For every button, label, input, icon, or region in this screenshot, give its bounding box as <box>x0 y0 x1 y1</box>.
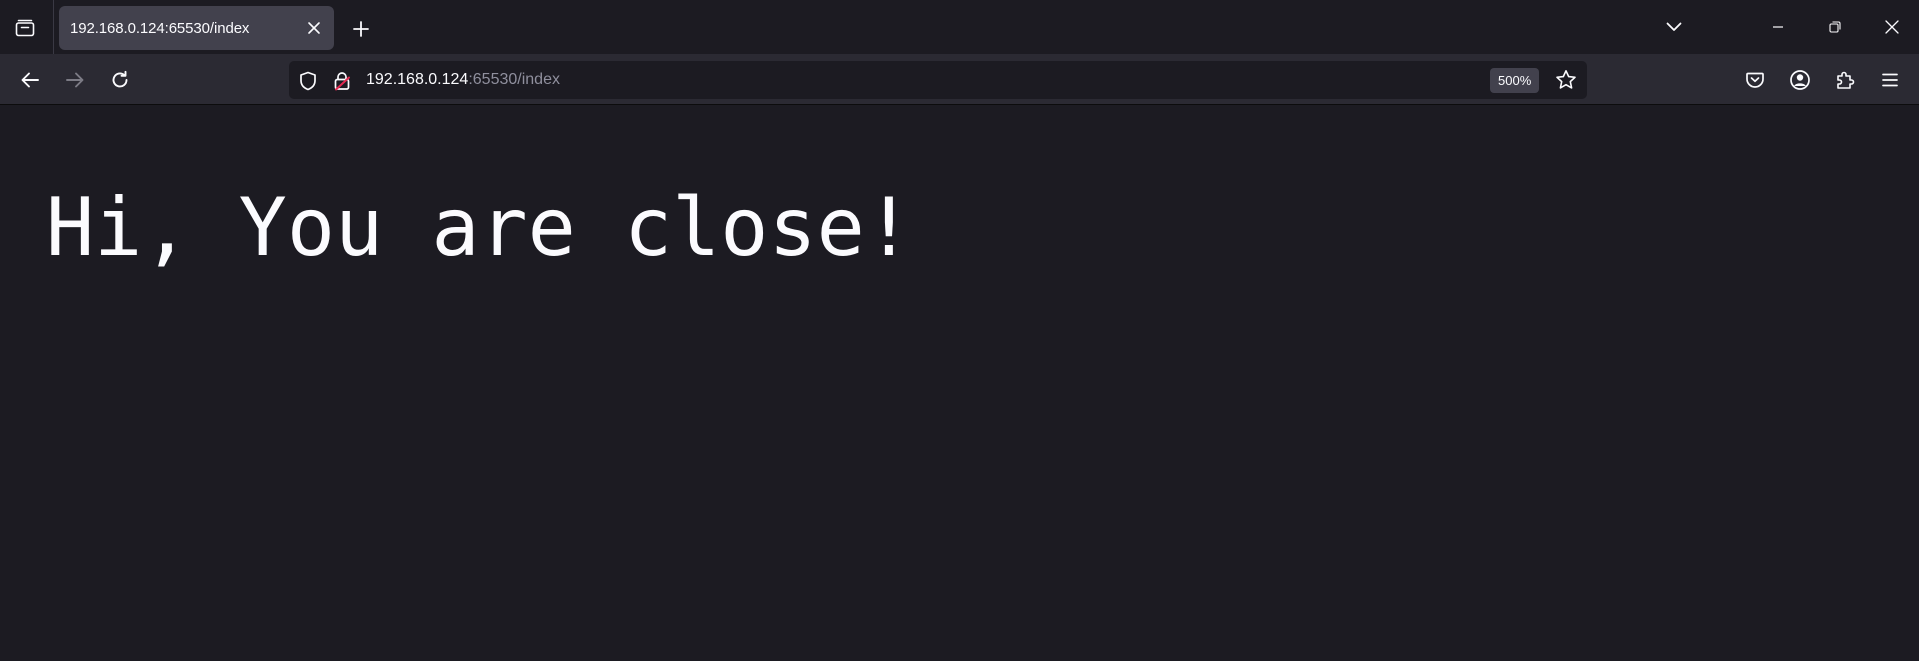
lock-warning-icon[interactable] <box>331 70 353 92</box>
pocket-icon[interactable] <box>1738 63 1772 97</box>
reload-icon[interactable] <box>103 63 137 97</box>
plus-icon[interactable] <box>346 14 376 44</box>
chevron-down-icon[interactable] <box>1654 12 1694 42</box>
url-path: :65530/index <box>468 71 560 88</box>
hamburger-icon[interactable] <box>1873 63 1907 97</box>
close-icon[interactable] <box>1872 12 1912 42</box>
tab-list-icon[interactable] <box>10 14 40 42</box>
close-icon[interactable] <box>302 16 326 40</box>
page-content: Hi, You are close! <box>0 106 1919 661</box>
shield-icon[interactable] <box>297 70 319 92</box>
minimize-icon[interactable] <box>1758 12 1798 42</box>
puzzle-icon[interactable] <box>1828 63 1862 97</box>
arrow-left-icon[interactable] <box>13 63 47 97</box>
page-heading: Hi, You are close! <box>46 181 913 274</box>
restore-icon[interactable] <box>1815 12 1855 42</box>
tab-strip: 192.168.0.124:65530/index <box>0 0 1919 54</box>
url-bar[interactable]: 192.168.0.124:65530/index 500% <box>289 61 1587 99</box>
star-icon[interactable] <box>1554 68 1578 92</box>
navigation-toolbar: 192.168.0.124:65530/index 500% <box>0 54 1919 105</box>
tab-active[interactable]: 192.168.0.124:65530/index <box>59 6 334 50</box>
url-host: 192.168.0.124 <box>366 71 469 88</box>
zoom-level-button[interactable]: 500% <box>1490 68 1540 93</box>
tab-separator <box>53 0 54 54</box>
arrow-right-icon[interactable] <box>58 63 92 97</box>
url-text[interactable]: 192.168.0.124:65530/index <box>366 71 560 89</box>
tab-title: 192.168.0.124:65530/index <box>70 19 250 37</box>
account-icon[interactable] <box>1783 63 1817 97</box>
